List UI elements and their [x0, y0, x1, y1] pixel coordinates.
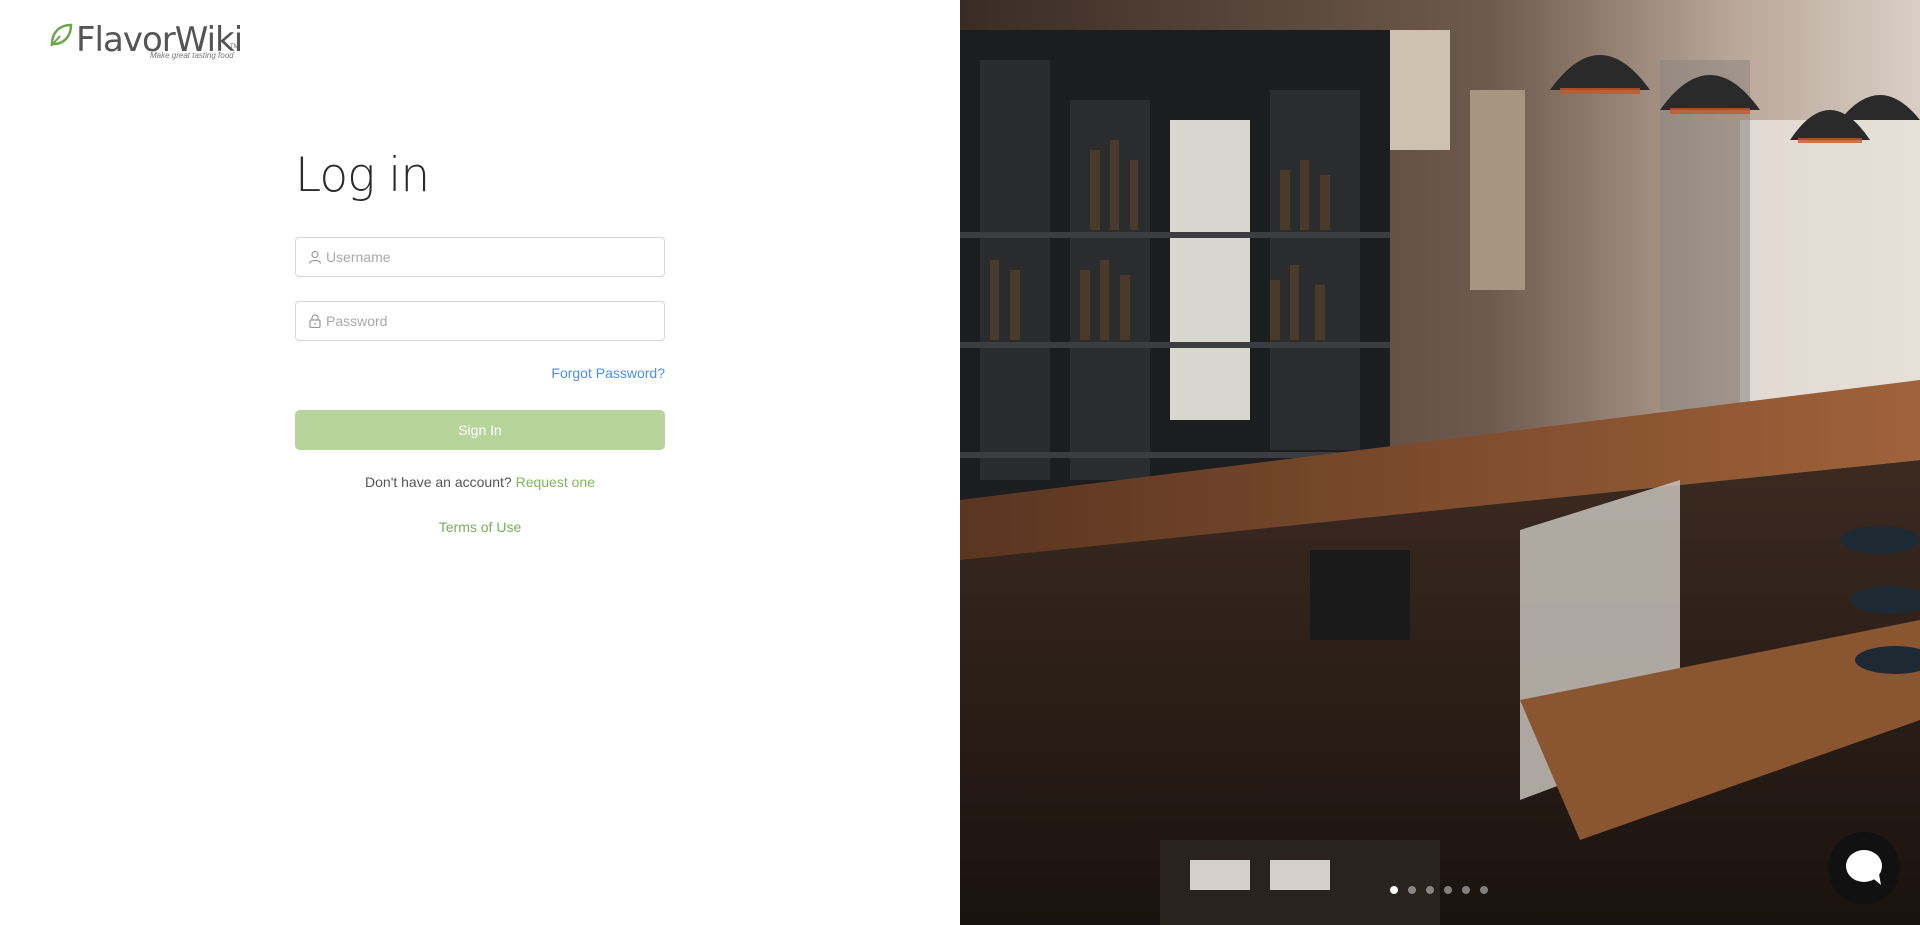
carousel-dot[interactable]	[1462, 886, 1470, 894]
carousel-dot[interactable]	[1480, 886, 1488, 894]
sign-in-button[interactable]: Sign In	[295, 410, 665, 450]
carousel-dot[interactable]	[1444, 886, 1452, 894]
forgot-password-link[interactable]: Forgot Password?	[551, 365, 665, 381]
request-account-link[interactable]: Request one	[516, 474, 595, 490]
forgot-row: Forgot Password?	[295, 365, 665, 383]
chat-launcher-button[interactable]	[1828, 832, 1900, 904]
password-field[interactable]	[295, 301, 665, 341]
brand-tagline: Make great tasting food	[150, 51, 234, 60]
no-account-text: Don't have an account?	[365, 474, 516, 490]
username-field[interactable]	[295, 237, 665, 277]
request-account-row: Don't have an account? Request one	[295, 474, 665, 490]
brand-tm: TM	[230, 44, 239, 50]
carousel-dot[interactable]	[1390, 886, 1398, 894]
password-input[interactable]	[326, 302, 656, 340]
leaf-icon	[50, 23, 73, 47]
chat-bubble-tail	[1869, 873, 1881, 887]
carousel-dots	[1390, 886, 1488, 894]
lock-icon	[309, 314, 321, 328]
terms-row: Terms of Use	[295, 519, 665, 535]
hero-image	[960, 0, 1920, 925]
bar-interior-photo	[960, 0, 1920, 925]
user-icon	[308, 250, 322, 264]
carousel-dot[interactable]	[1408, 886, 1416, 894]
page-title: Log in	[295, 148, 430, 203]
brand-logo[interactable]: FlavorWiki TM Make great tasting food	[48, 20, 248, 62]
carousel-dot[interactable]	[1426, 886, 1434, 894]
login-panel: FlavorWiki TM Make great tasting food Lo…	[0, 0, 960, 925]
username-input[interactable]	[326, 238, 656, 276]
terms-of-use-link[interactable]: Terms of Use	[439, 519, 521, 535]
